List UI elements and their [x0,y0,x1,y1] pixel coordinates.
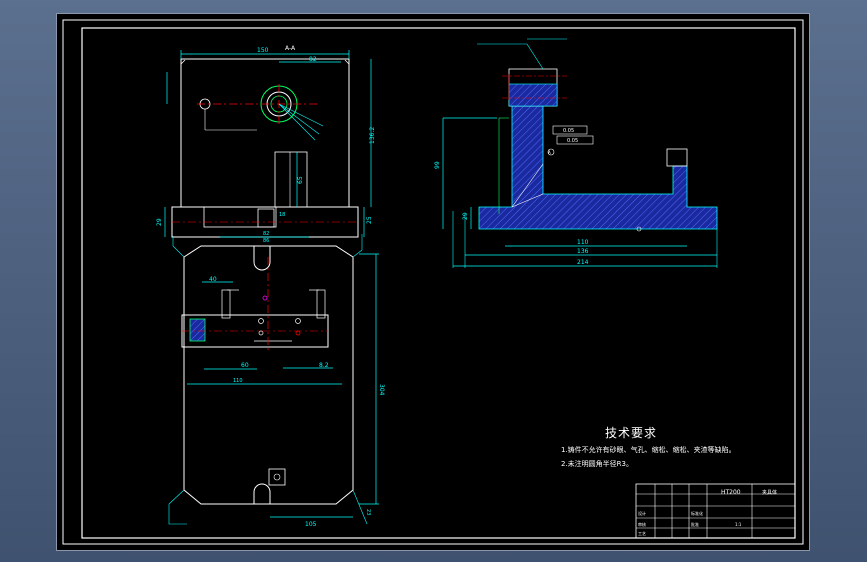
dim-plan-40: 40 [209,276,217,283]
engineering-drawing: 150 82 136.2 29 25 65 18 82 86 A-A 304 4… [62,19,804,545]
dim-h-right: 25 [366,216,373,224]
dim-side-136: 136 [577,248,589,255]
tech-req-line-2: 2.未注明圆角半径R3。 [561,460,633,468]
dim-inner-h: 65 [297,176,304,184]
technical-requirements: 技术要求 1.铸件不允许有砂眼、气孔、缩松、缩松、夹渣等缺陷。 2.未注明圆角半… [561,424,736,469]
dim-bottom-w: 82 [263,231,269,237]
tb-scale: 1:1 [735,522,742,527]
front-view: 150 82 136.2 29 25 65 18 82 86 A-A [156,45,376,244]
front-view-body [180,58,350,208]
label-a: A [548,150,551,155]
side-section-view: 29 99 110 136 214 0.05 0.05 A [434,38,718,268]
tech-req-line-1: 1.铸件不允许有砂眼、气孔、缩松、缩松、夹渣等缺陷。 [561,446,736,454]
dim-plan-60: 60 [241,362,249,369]
tb-row-2: 审核 [638,521,646,527]
dim-plan-23: 23 [365,509,371,515]
title-block: HT200 夹具体 设计 审核 工艺 标准化 批准 1:1 [635,483,796,539]
dim-plan-105: 105 [305,521,317,528]
plan-section-hatch [189,318,206,342]
tol-1: 0.05 [563,128,574,134]
dim-bottom-off: 18 [279,212,285,218]
plan-outline [183,245,354,505]
dim-h-left: 29 [156,218,163,226]
cad-viewport[interactable]: 150 82 136.2 29 25 65 18 82 86 A-A 304 4… [56,13,810,551]
dim-plan-total-h: 304 [378,384,385,396]
tb-row-4: 标准化 [691,510,703,516]
plan-view: 304 40 60 8.2 110 105 23 [168,234,385,528]
dim-plan-110: 110 [233,378,243,384]
side-section-body [478,105,718,230]
dim-top-width: 150 [257,47,269,54]
side-upright [666,148,688,167]
dim-top-inner: 82 [309,56,317,63]
tb-material: HT200 [721,489,741,496]
dim-plan-8-2: 8.2 [319,362,329,369]
dim-side-total: 214 [577,259,589,266]
section-mark: A-A [285,45,296,52]
tol-2: 0.05 [567,138,578,144]
tb-row-5: 批准 [691,521,699,527]
tech-req-title: 技术要求 [605,426,658,440]
dim-side-110: 110 [577,239,589,246]
dim-side-left-h: 29 [462,212,469,220]
dim-height-right: 136.2 [369,127,376,144]
tb-row-3: 工艺 [638,531,646,536]
dim-side-h: 99 [434,161,441,169]
dim-bottom-w2: 86 [263,238,269,244]
tb-part-name: 夹具体 [762,489,777,496]
tb-row-1: 设计 [638,510,646,516]
